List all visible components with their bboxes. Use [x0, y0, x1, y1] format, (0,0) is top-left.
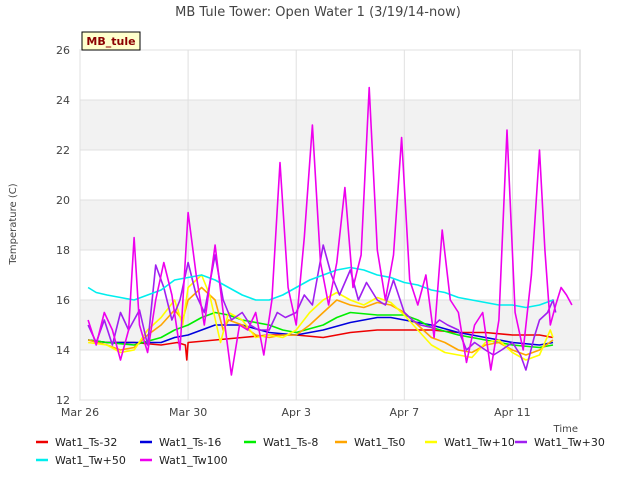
legend-label: Wat1_Ts-8 [263, 436, 318, 449]
y-tick-label: 20 [56, 194, 70, 207]
y-tick-label: 22 [56, 144, 70, 157]
legend-label: Wat1_Tw+50 [55, 454, 126, 467]
x-axis: Mar 26 Mar 30 Apr 3 Apr 7 Apr 11 [61, 406, 531, 419]
legend-label: Wat1_Tw+10 [444, 436, 515, 449]
x-tick-label: Apr 7 [390, 406, 420, 419]
legend-label: Wat1_Ts-32 [55, 436, 117, 449]
y-tick-label: 26 [56, 44, 70, 57]
chart-title: MB Tule Tower: Open Water 1 (3/19/14-now… [175, 5, 461, 20]
legend: Wat1_Ts-32 Wat1_Ts-16 Wat1_Ts-8 Wat1_Ts0 Wat… [36, 436, 605, 467]
legend-label: Wat1_Tw+30 [534, 436, 605, 449]
y-tick-label: 18 [56, 244, 70, 257]
legend-label: Wat1_Ts0 [354, 436, 405, 449]
grid-band [80, 200, 580, 250]
y-axis-label: Temperature (C) [8, 183, 19, 265]
x-tick-label: Apr 3 [281, 406, 311, 419]
grid-band [80, 100, 580, 150]
site-badge: MB_tule [81, 31, 141, 51]
site-badge-label: MB_tule [86, 35, 135, 48]
y-tick-label: 16 [56, 294, 70, 307]
legend-label: Wat1_Tw100 [159, 454, 228, 467]
x-axis-label: Time [553, 424, 578, 435]
chart: MB Tule Tower: Open Water 1 (3/19/14-now… [8, 5, 605, 467]
x-tick-label: Mar 26 [61, 406, 99, 419]
legend-label: Wat1_Ts-16 [159, 436, 221, 449]
y-tick-label: 24 [56, 94, 70, 107]
x-tick-label: Apr 11 [494, 406, 531, 419]
y-tick-label: 14 [56, 344, 70, 357]
x-tick-label: Mar 30 [169, 406, 207, 419]
y-axis: 1214161820222426 [56, 44, 70, 407]
